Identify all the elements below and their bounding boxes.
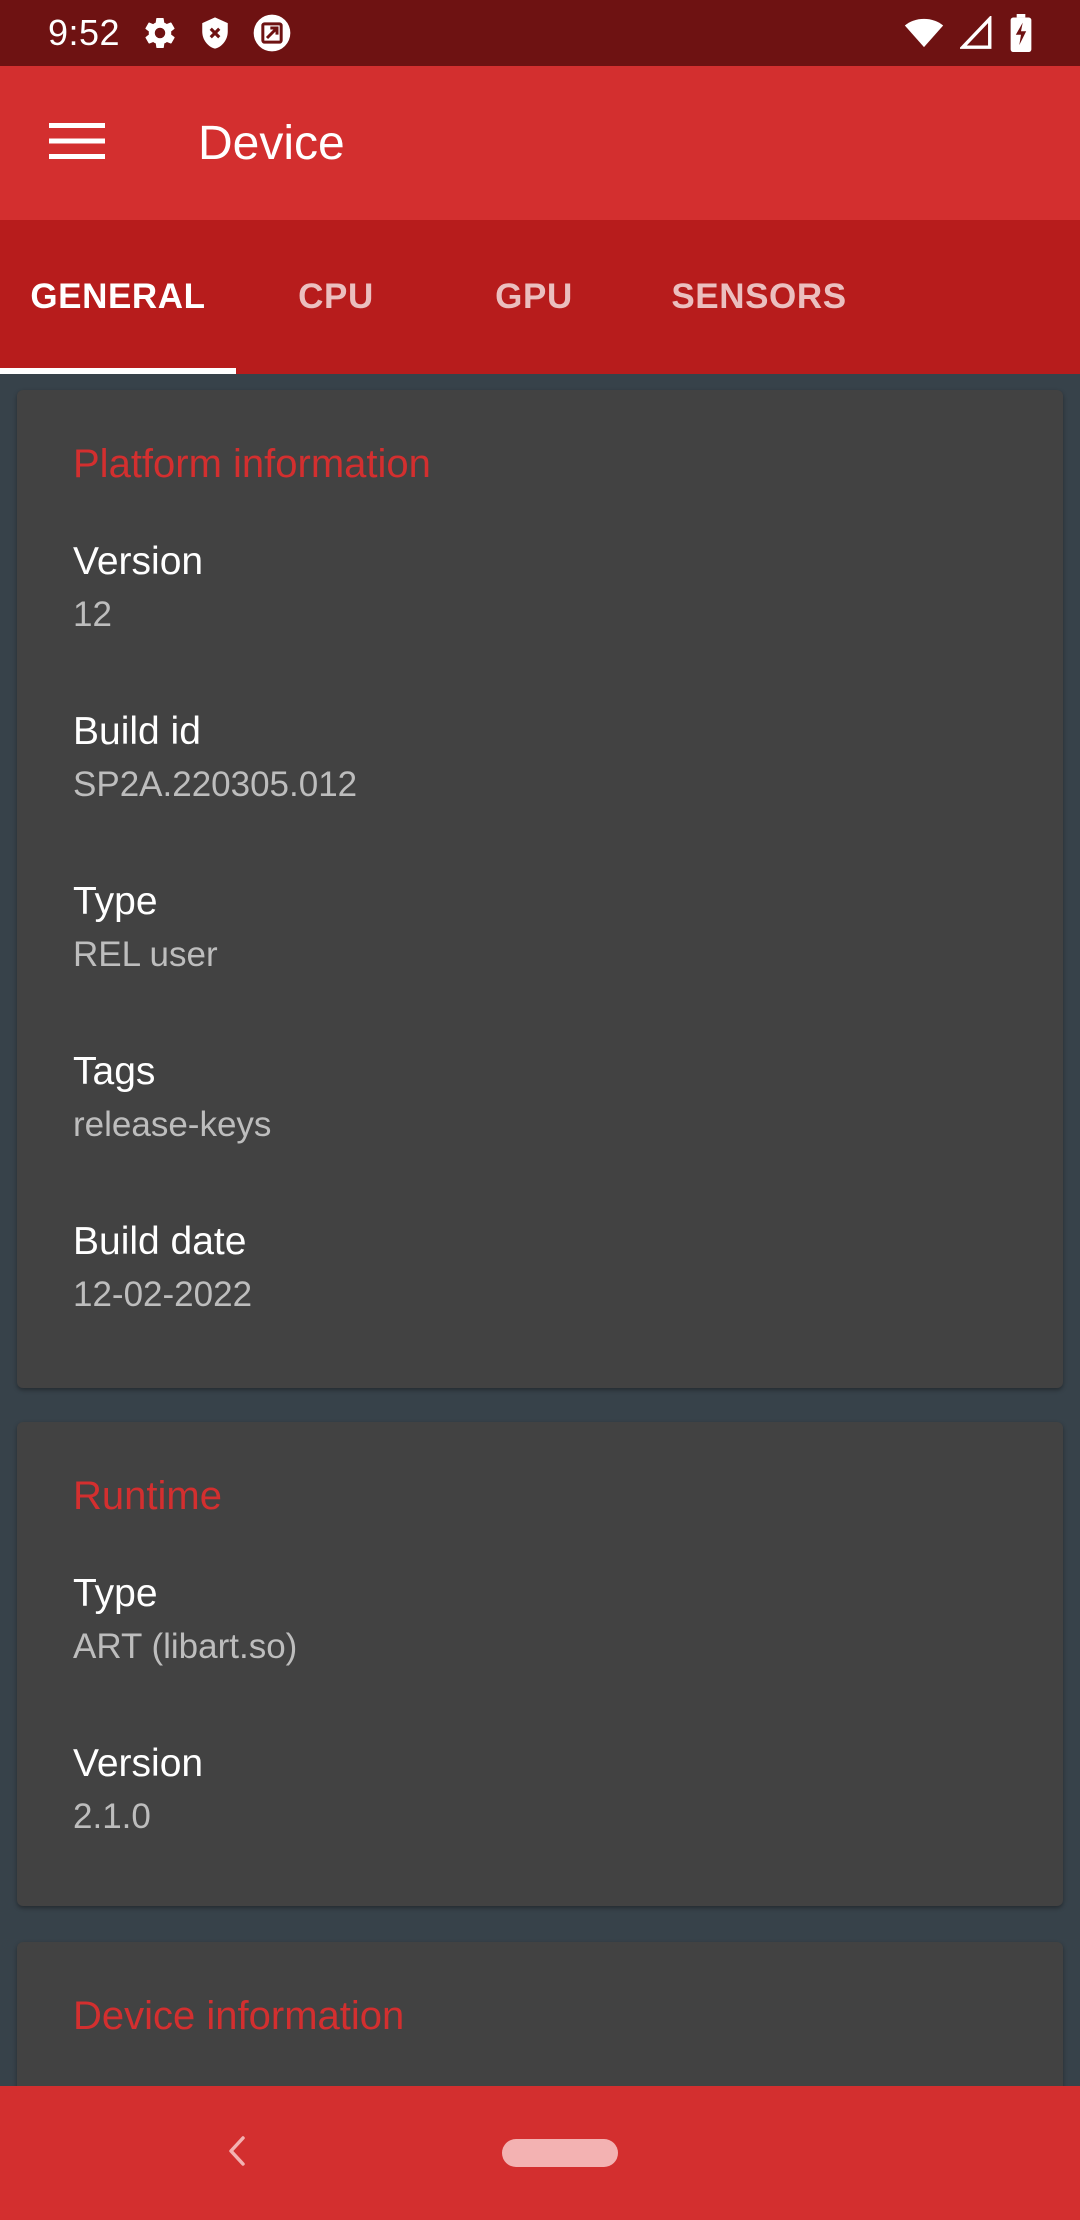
page-title: Device bbox=[198, 116, 345, 170]
navigation-bar bbox=[0, 2086, 1080, 2220]
row-value: release-keys bbox=[73, 1105, 272, 1144]
status-right-icons bbox=[904, 14, 1032, 52]
status-time: 9:52 bbox=[48, 12, 121, 53]
info-row[interactable]: Type ART (libart.so) bbox=[73, 1552, 1007, 1722]
row-label: Tags bbox=[73, 1050, 156, 1093]
home-pill-icon[interactable] bbox=[502, 2139, 618, 2167]
app-bar: Device bbox=[0, 66, 1080, 220]
row-label: Type bbox=[73, 880, 158, 923]
tab-bar: GENERAL CPU GPU SENSORS bbox=[0, 220, 1080, 374]
runtime-card: Runtime Type ART (libart.so) Version 2.1… bbox=[17, 1422, 1063, 1906]
row-value: 12-02-2022 bbox=[73, 1275, 253, 1314]
tab-sensors[interactable]: SENSORS bbox=[632, 220, 886, 374]
device-screen: 9:52 Device GENERAL CPU GPU SENSORS Plat… bbox=[0, 0, 1080, 2220]
info-row[interactable]: Version 12 bbox=[73, 520, 1007, 690]
tab-gpu[interactable]: GPU bbox=[436, 220, 632, 374]
shield-icon bbox=[198, 15, 232, 51]
row-label: Build date bbox=[73, 1220, 247, 1263]
menu-button[interactable] bbox=[0, 66, 154, 220]
tab-cpu[interactable]: CPU bbox=[236, 220, 436, 374]
back-chevron-icon bbox=[225, 2134, 249, 2173]
card-title: Platform information bbox=[73, 442, 431, 486]
row-value: 12 bbox=[73, 595, 112, 634]
row-label: Build id bbox=[73, 710, 201, 753]
card-title: Runtime bbox=[73, 1474, 222, 1518]
info-row[interactable]: Build id SP2A.220305.012 bbox=[73, 690, 1007, 860]
content-scroll[interactable]: Platform information Version 12 Build id… bbox=[0, 374, 1080, 2086]
status-left-icons bbox=[142, 13, 292, 53]
row-label: Version bbox=[73, 1742, 204, 1785]
device-information-card: Device information bbox=[17, 1942, 1063, 2086]
status-bar: 9:52 bbox=[0, 0, 1080, 66]
row-value: SP2A.220305.012 bbox=[73, 765, 358, 804]
gear-icon bbox=[142, 15, 178, 51]
row-value: ART (libart.so) bbox=[73, 1627, 298, 1666]
battery-charging-icon bbox=[1010, 14, 1032, 52]
row-value: REL user bbox=[73, 935, 218, 974]
tab-general[interactable]: GENERAL bbox=[0, 220, 236, 374]
info-row[interactable]: Build date 12-02-2022 bbox=[73, 1200, 1007, 1370]
back-button[interactable] bbox=[210, 2126, 264, 2180]
row-label: Type bbox=[73, 1572, 158, 1615]
platform-information-card: Platform information Version 12 Build id… bbox=[17, 390, 1063, 1388]
row-label: Version bbox=[73, 540, 204, 583]
row-value: 2.1.0 bbox=[73, 1797, 151, 1836]
info-row[interactable]: Type REL user bbox=[73, 860, 1007, 1030]
info-row[interactable]: Version 2.1.0 bbox=[73, 1722, 1007, 1892]
hamburger-menu-icon bbox=[49, 121, 105, 166]
wifi-icon bbox=[904, 17, 944, 49]
info-row[interactable]: Tags release-keys bbox=[73, 1030, 1007, 1200]
cell-signal-icon bbox=[960, 16, 994, 50]
card-title: Device information bbox=[73, 1994, 405, 2038]
screen-icon bbox=[252, 13, 292, 53]
